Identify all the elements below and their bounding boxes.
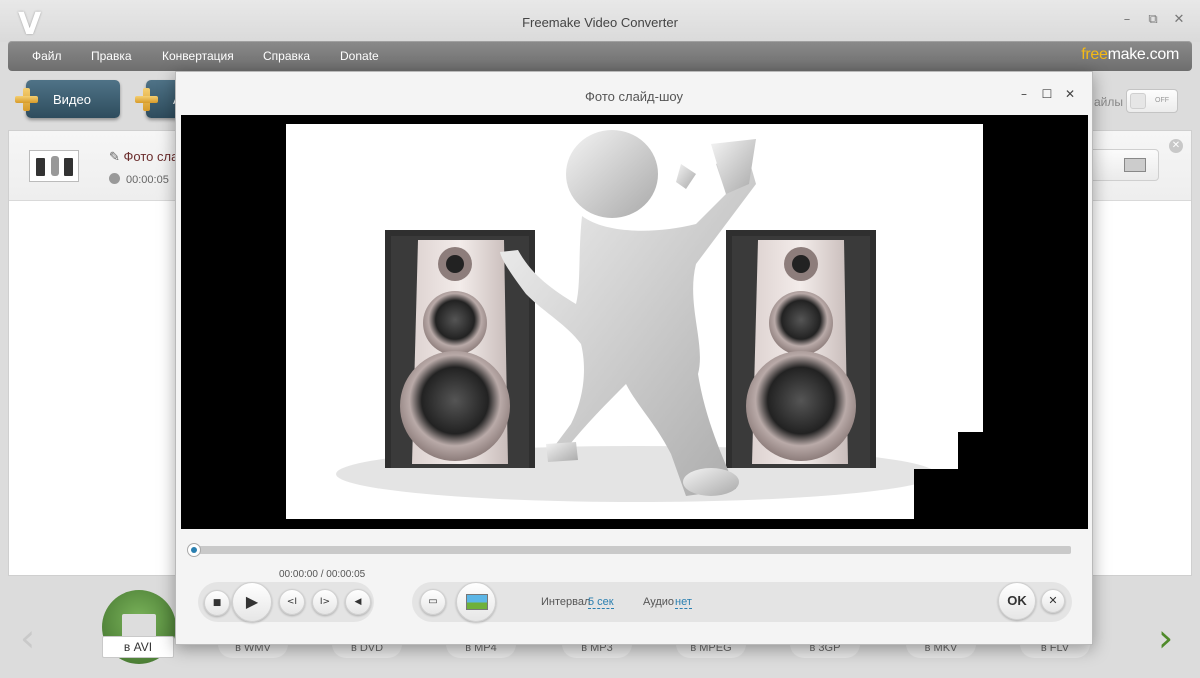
plus-icon	[134, 87, 159, 112]
image-icon[interactable]	[1124, 158, 1146, 172]
menu-edit[interactable]: Правка	[91, 49, 132, 63]
landscape-icon	[466, 594, 488, 610]
seek-knob[interactable]	[187, 543, 201, 557]
slideshow-dialog: Фото слайд-шоу – ☐ ✕ 00:00:00 / 00:00:05…	[175, 71, 1093, 645]
cancel-icon[interactable]: ✕	[1041, 589, 1065, 613]
thumb-figure	[51, 156, 59, 176]
format-mpeg-button[interactable]: в MPEG	[676, 644, 746, 658]
format-mpeg-label: в MPEG	[690, 644, 732, 654]
menu-convert[interactable]: Конвертация	[162, 49, 234, 63]
restore-icon[interactable]: ⧉	[1146, 12, 1160, 28]
maximize-icon[interactable]: ☐	[1041, 87, 1053, 101]
video-preview[interactable]	[181, 115, 1088, 529]
play-icon[interactable]: ▶	[232, 582, 272, 622]
format-mp4-button[interactable]: в MP4	[446, 644, 516, 658]
title-bar: V Freemake Video Converter – ⧉ ✕	[0, 0, 1200, 42]
menu-help[interactable]: Справка	[263, 49, 310, 63]
dialog-window-controls: – ☐ ✕	[1018, 87, 1076, 101]
add-photo-icon[interactable]: ▭	[420, 589, 446, 615]
interval-label: Интервал	[541, 596, 591, 608]
item-duration-text: 00:00:05	[126, 174, 169, 186]
interval-value-link[interactable]: 5 сек	[588, 596, 614, 609]
format-flv-label: в FLV	[1040, 644, 1070, 654]
format-mkv-button[interactable]: в MKV	[906, 644, 976, 658]
plus-icon	[14, 87, 39, 112]
next-frame-icon[interactable]: I>	[312, 589, 338, 615]
image-settings-icon[interactable]	[456, 582, 496, 622]
window-controls: – ⧉ ✕	[1120, 12, 1186, 28]
menu-donate[interactable]: Donate	[340, 49, 379, 63]
minimize-icon[interactable]: –	[1018, 87, 1030, 101]
next-formats-icon[interactable]: ›	[1158, 608, 1173, 668]
image-black-area	[958, 432, 983, 472]
menu-bar: Файл Правка Конвертация Справка Donate f…	[8, 41, 1192, 71]
add-video-label: Видео	[53, 92, 91, 107]
speakers-thumbnail	[29, 150, 79, 182]
slideshow-settings	[412, 582, 1072, 622]
add-video-button[interactable]: Видео	[26, 80, 120, 118]
thumb-speaker-right	[64, 158, 73, 176]
minimize-icon[interactable]: –	[1120, 12, 1134, 28]
format-3gp-button[interactable]: в 3GP	[790, 644, 860, 658]
dialog-title: Фото слайд-шоу	[585, 89, 683, 104]
format-mp3-button[interactable]: в MP3	[562, 644, 632, 658]
slide-image	[286, 124, 983, 519]
audio-label: Аудио	[643, 596, 675, 608]
format-wmv-label: в WMV	[235, 644, 271, 654]
timecode: 00:00:00 / 00:00:05	[279, 569, 366, 580]
stop-icon[interactable]: ■	[204, 590, 230, 616]
close-icon[interactable]: ✕	[1064, 87, 1076, 101]
prev-formats-icon[interactable]: ‹	[20, 608, 35, 668]
image-black-area	[914, 469, 983, 519]
format-dvd-label: в DVD	[350, 644, 384, 654]
brand-logo[interactable]: freemake.com	[1081, 46, 1179, 64]
item-actions	[1078, 149, 1159, 181]
audio-value-link[interactable]: нет	[675, 596, 692, 609]
item-duration: 00:00:05	[109, 173, 169, 186]
close-icon[interactable]: ✕	[1172, 12, 1186, 28]
remove-item-icon[interactable]: ✕	[1169, 139, 1183, 153]
3d-figure	[500, 130, 756, 496]
toggle-state: OFF	[1155, 97, 1169, 104]
ok-button[interactable]: OK	[998, 582, 1036, 620]
thumb-speaker-left	[36, 158, 45, 176]
format-flv-button[interactable]: в FLV	[1020, 644, 1090, 658]
format-mp4-label: в MP4	[465, 644, 497, 654]
format-mkv-label: в MKV	[924, 644, 958, 654]
dancing-figure-speakers-image	[336, 130, 936, 502]
prev-frame-icon[interactable]: <I	[279, 589, 305, 615]
format-wmv-button[interactable]: в WMV	[218, 644, 288, 658]
join-files-label: айлы	[1094, 95, 1124, 109]
format-mp3-label: в MP3	[581, 644, 613, 654]
join-files-toggle[interactable]: OFF	[1126, 89, 1178, 113]
seek-bar[interactable]	[187, 543, 1071, 557]
format-dvd-button[interactable]: в DVD	[332, 644, 402, 658]
format-3gp-label: в 3GP	[809, 644, 841, 654]
clock-icon	[109, 173, 120, 184]
format-avi-button[interactable]: в AVI	[102, 636, 174, 658]
volume-icon[interactable]: ◀	[345, 589, 371, 615]
right-speaker	[726, 230, 876, 468]
window-title: Freemake Video Converter	[522, 15, 678, 30]
menu-file[interactable]: Файл	[32, 49, 62, 63]
toggle-knob	[1130, 93, 1146, 109]
